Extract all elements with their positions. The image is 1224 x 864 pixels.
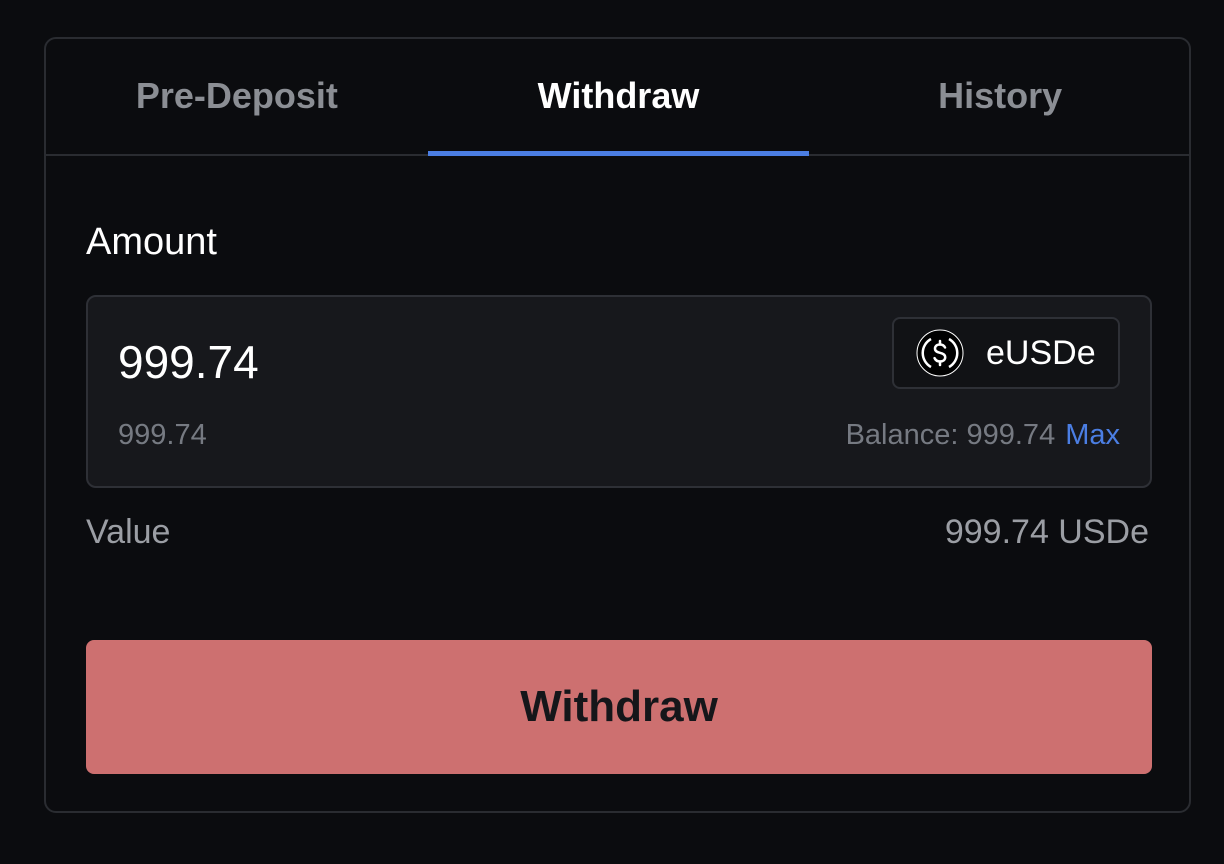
tab-pre-deposit[interactable]: Pre-Deposit [46,39,428,154]
balance-text: Balance: 999.74 [845,419,1056,451]
tab-label: History [938,74,1063,116]
usd-value: 999.74 [118,419,207,451]
tab-withdraw[interactable]: Withdraw [427,39,810,156]
tab-bar: Pre-Deposit Withdraw History [46,39,1191,156]
token-name: eUSDe [986,333,1096,372]
token-selector[interactable]: eUSDe [892,317,1120,389]
tab-history[interactable]: History [809,39,1191,154]
max-button[interactable]: Max [1065,419,1120,452]
value-amount: 999.74 USDe [944,513,1149,551]
usd-coin-icon [916,329,964,377]
withdraw-button[interactable]: Withdraw [86,640,1152,774]
amount-label: Amount [86,221,217,263]
amount-input-box: eUSDe 999.74 Balance: 999.74 Max [86,295,1152,488]
amount-input[interactable] [118,335,718,389]
tab-label: Withdraw [537,74,700,116]
value-label: Value [86,513,171,551]
tab-label: Pre-Deposit [135,74,338,116]
balance-row: Balance: 999.74 Max [846,419,1120,452]
withdraw-panel: Pre-Deposit Withdraw History Amount eUSD… [44,37,1191,813]
